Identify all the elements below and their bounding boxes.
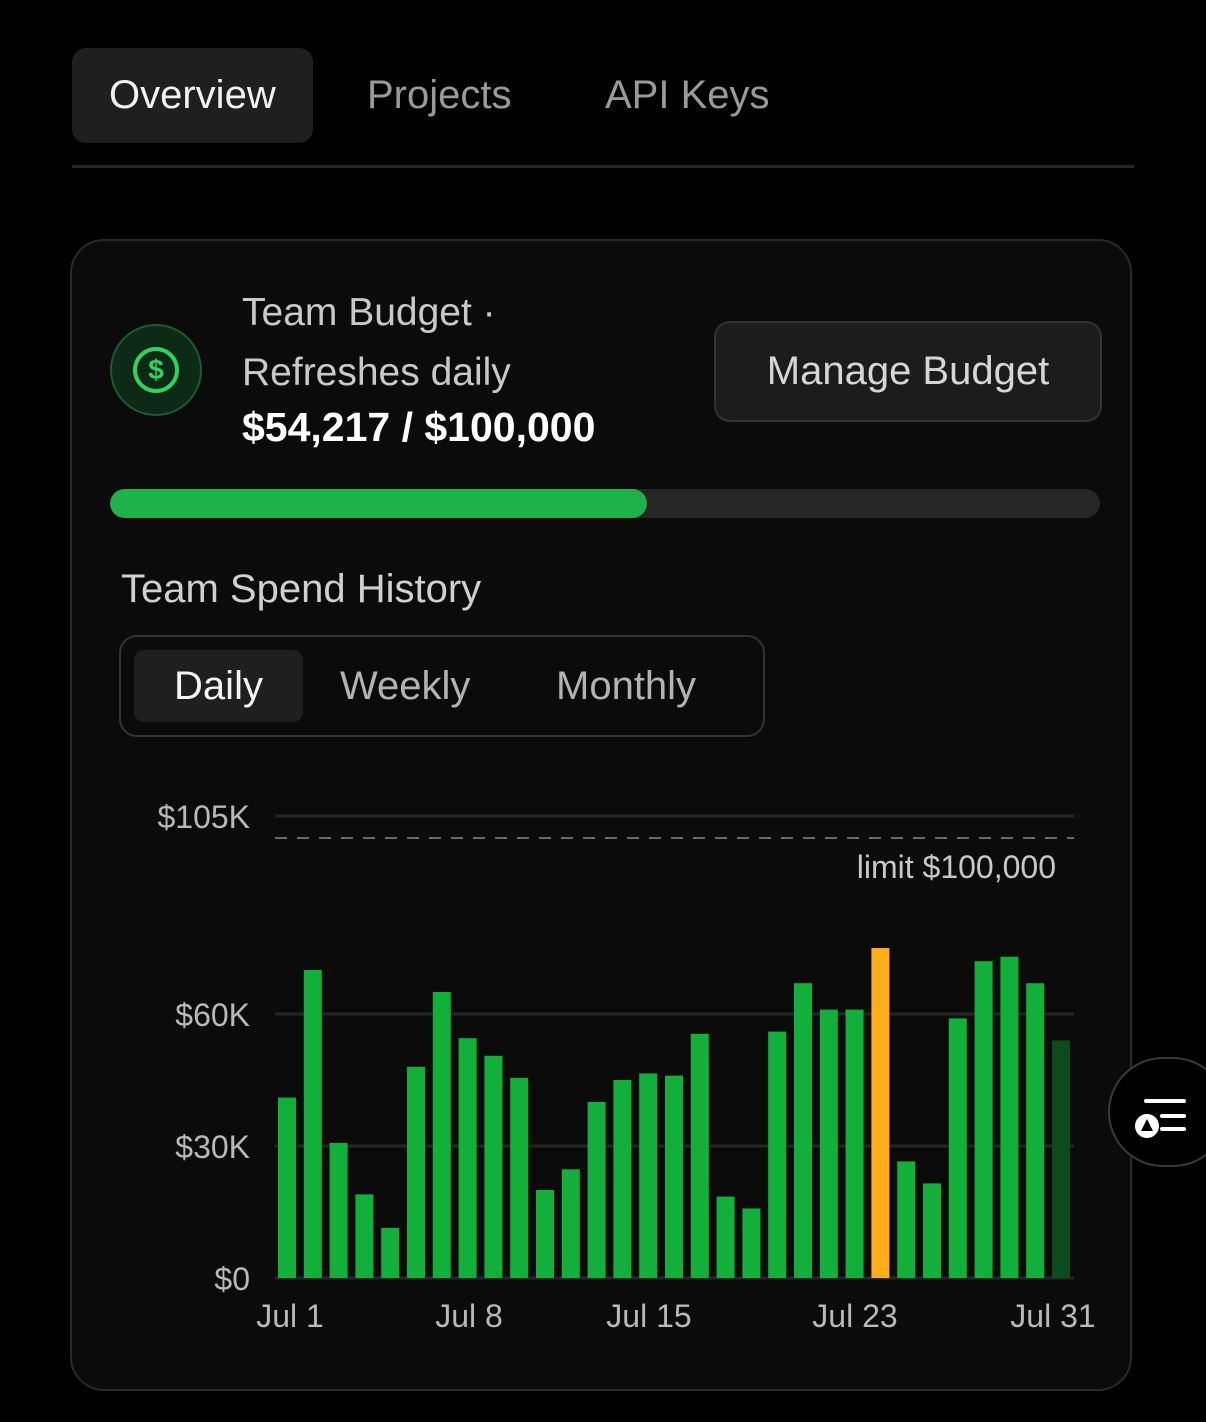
tab-projects[interactable]: Projects — [367, 48, 512, 143]
manage-budget-button[interactable]: Manage Budget — [714, 321, 1102, 422]
period-selector: Daily Weekly Monthly — [119, 635, 765, 737]
budget-progress-bar — [110, 489, 1100, 518]
dollar-icon: $ — [110, 324, 202, 416]
svg-text:$: $ — [148, 354, 164, 385]
budget-progress-fill — [110, 489, 647, 518]
budget-card: $ Team Budget · Refreshes daily $54,217 … — [70, 239, 1132, 1391]
chart-options-button[interactable] — [1108, 1057, 1206, 1167]
tabs-divider — [72, 165, 1134, 168]
budget-amount: $54,217 / $100,000 — [242, 404, 596, 450]
spend-history-title: Team Spend History — [121, 567, 482, 611]
period-weekly[interactable]: Weekly — [340, 650, 470, 722]
list-filter-icon — [1135, 1099, 1186, 1138]
tab-bar: Overview Projects API Keys — [72, 48, 1134, 168]
period-daily[interactable]: Daily — [134, 650, 303, 722]
tab-api-keys[interactable]: API Keys — [605, 48, 770, 143]
budget-title: Team Budget · Refreshes daily — [242, 291, 511, 394]
tab-overview[interactable]: Overview — [72, 48, 313, 143]
period-monthly[interactable]: Monthly — [556, 650, 696, 722]
